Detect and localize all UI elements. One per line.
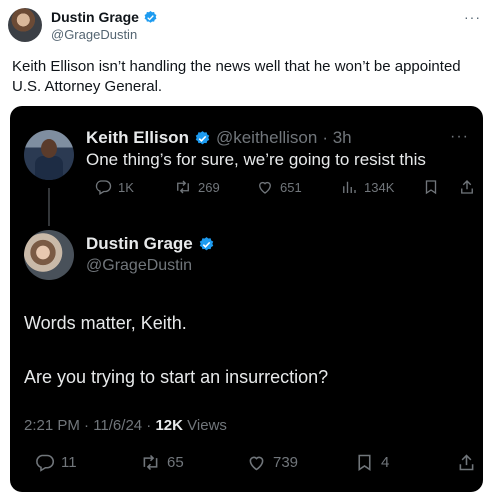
- repost-icon: [143, 454, 158, 471]
- outer-avatar[interactable]: [8, 8, 42, 42]
- quoted-tweet-actions: 1K 269 651 134K: [86, 178, 476, 200]
- outer-handle[interactable]: @GrageDustin: [51, 27, 137, 42]
- bookmark-icon: [358, 454, 371, 471]
- reply-icon: [36, 454, 55, 472]
- like-icon: [259, 181, 271, 194]
- verified-badge-icon: [199, 236, 213, 250]
- share-icon: [459, 454, 474, 471]
- reply-icon: [95, 180, 112, 195]
- like-action: 739: [246, 452, 298, 473]
- verified-badge-icon: [195, 130, 210, 144]
- reply-timestamp: 2:21 PM · 11/6/24 ·: [24, 417, 156, 434]
- outer-tweet-text: Keith Ellison isn’t handling the news we…: [12, 58, 461, 95]
- reply-text-line-2: Are you trying to start an insurrection?: [24, 367, 329, 387]
- share-icon: [461, 180, 473, 194]
- reply-author-name: Dustin Grage: [86, 234, 215, 254]
- quoted-author-name: Keith Ellison: [86, 128, 189, 147]
- more-icon[interactable]: ···: [464, 9, 481, 25]
- quoted-author-handle: @keithellison: [215, 128, 318, 147]
- quoted-tweet-header: Keith Ellison @keithellison · 3h: [86, 128, 352, 148]
- share-action: [456, 452, 477, 473]
- views-count: 134K: [364, 179, 395, 195]
- repost-action: 269: [174, 178, 220, 196]
- reply-action: 1K: [94, 178, 134, 196]
- reply-author-handle: @GrageDustin: [86, 257, 193, 274]
- embedded-tweet-image[interactable]: Keith Ellison @keithellison · 3h ··· One…: [10, 106, 483, 492]
- outer-author-name[interactable]: Dustin Grage: [51, 9, 158, 25]
- repost-count: 65: [167, 454, 184, 471]
- quoted-tweet-time: · 3h: [322, 128, 352, 147]
- bookmark-icon: [425, 180, 437, 195]
- like-count: 651: [280, 179, 302, 195]
- like-action: 651: [256, 178, 302, 196]
- like-icon: [249, 456, 264, 471]
- reply-views-label: Views: [183, 417, 227, 434]
- views-action: 134K: [340, 178, 394, 196]
- quoted-tweet-text: One thing’s for sure, we’re going to res…: [86, 150, 426, 169]
- bookmark-action: 4: [354, 452, 389, 473]
- like-count: 739: [273, 454, 299, 471]
- keith-ellison-avatar: [24, 130, 74, 180]
- more-icon: ···: [450, 128, 469, 145]
- reply-author-name-text: Dustin Grage: [86, 234, 193, 253]
- share-action: [458, 178, 476, 196]
- reply-timestamp-meta: 2:21 PM · 11/6/24 · 12K Views: [24, 417, 227, 434]
- thread-connector: [48, 188, 50, 226]
- bookmark-count: 4: [381, 454, 390, 471]
- verified-badge-icon: [144, 10, 157, 23]
- bookmark-action: [422, 178, 440, 196]
- repost-icon: [177, 180, 189, 194]
- outer-name-text[interactable]: Dustin Grage: [51, 9, 139, 25]
- reply-count: 11: [61, 454, 77, 471]
- repost-count: 269: [198, 179, 220, 195]
- reply-tweet-actions: 11 65 739 4: [24, 452, 474, 476]
- repost-action: 65: [140, 452, 184, 473]
- reply-views-count: 12K: [155, 417, 183, 434]
- reply-count: 1K: [118, 179, 134, 195]
- reply-text-line-1: Words matter, Keith.: [24, 313, 187, 333]
- dustin-grage-avatar: [24, 230, 74, 280]
- views-icon: [343, 181, 356, 193]
- reply-action: 11: [34, 452, 77, 473]
